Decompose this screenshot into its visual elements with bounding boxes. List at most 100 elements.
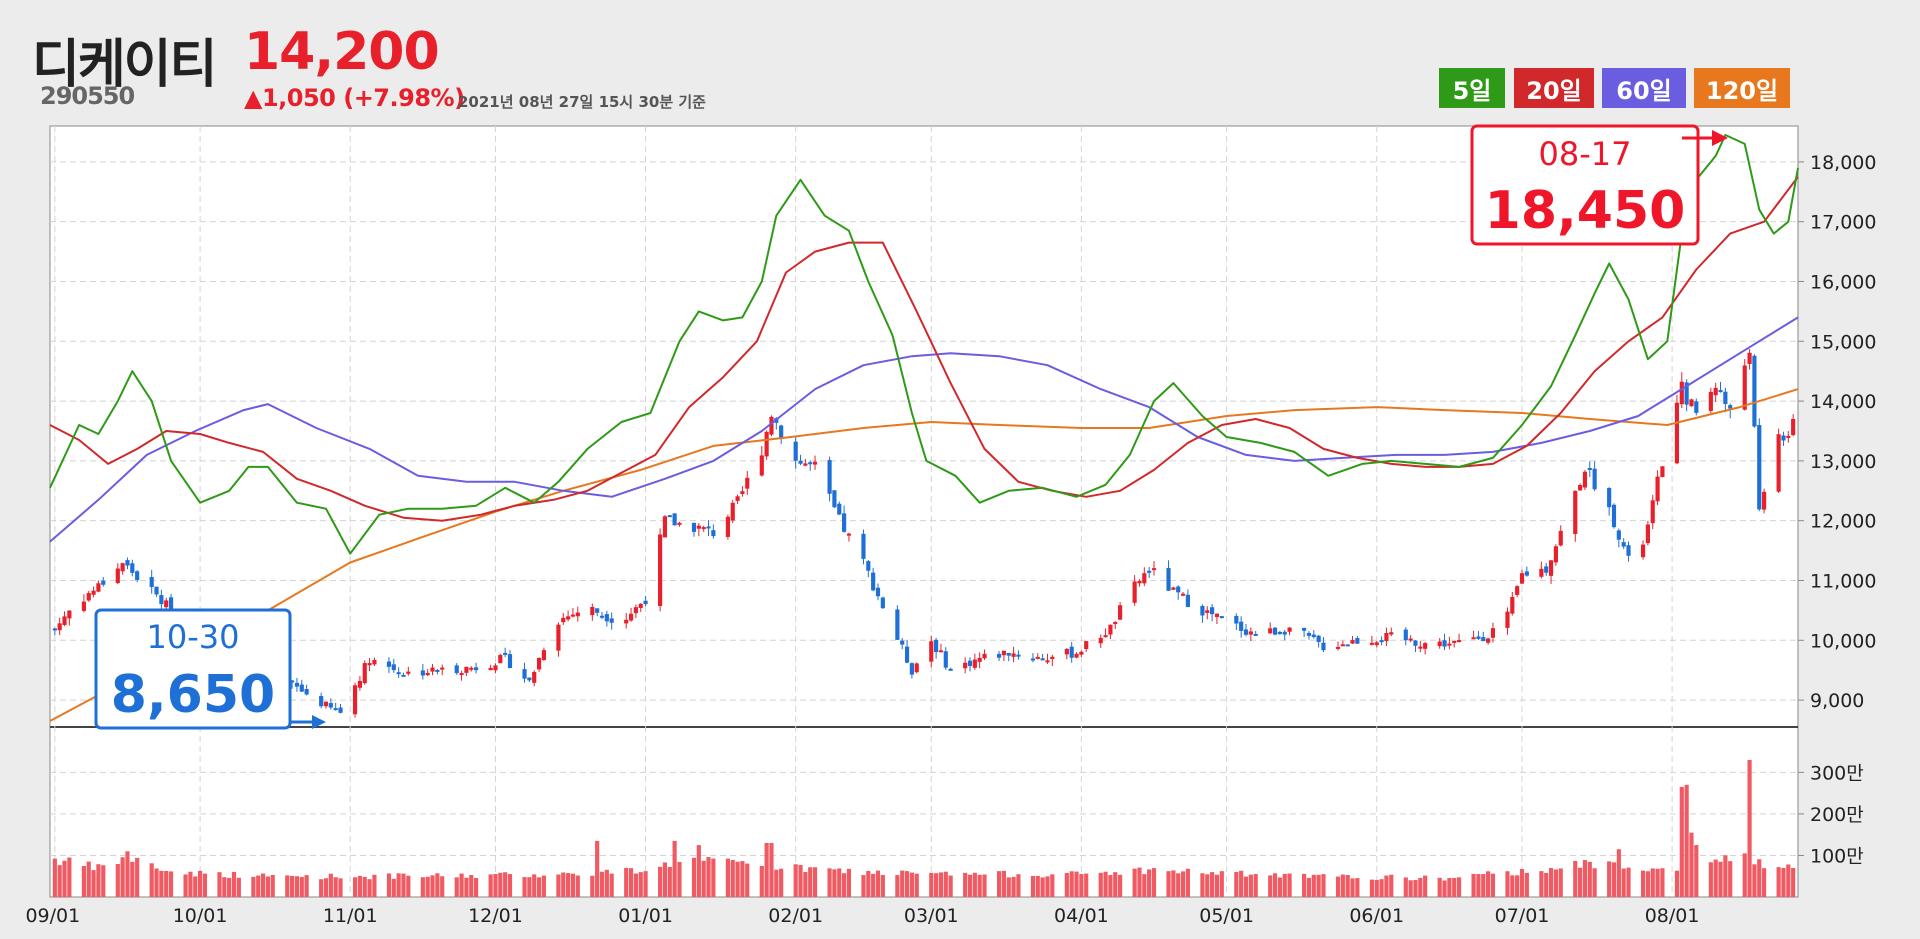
volume-bar	[740, 861, 745, 897]
price-tick-label: 16,000	[1810, 271, 1876, 293]
candle-body	[1510, 596, 1515, 614]
candle-body	[1045, 660, 1050, 663]
volume-bar	[406, 875, 411, 897]
volume-bar	[1253, 874, 1258, 897]
candle-body	[401, 674, 406, 677]
volume-bar	[1403, 877, 1408, 897]
volume-bar	[1243, 876, 1249, 897]
volume-bar	[900, 870, 905, 897]
date-tick-label: 10/01	[173, 905, 228, 927]
volume-bar	[667, 866, 672, 897]
candle-body	[1607, 488, 1612, 508]
volume-bar	[1752, 864, 1757, 897]
candle-body	[658, 534, 663, 606]
volume-bar	[633, 873, 638, 897]
volume-bar	[1611, 862, 1617, 897]
volume-bar	[1374, 879, 1379, 897]
volume-bar	[972, 872, 977, 897]
candle-body	[900, 640, 905, 645]
volume-bar	[909, 872, 914, 897]
volume-bar	[1287, 873, 1292, 897]
candle-body	[1001, 650, 1006, 656]
stock-chart: 18,000 17,000 16,000 15,000 14,000 13,000 12,0…	[25, 124, 1876, 927]
volume-bar	[1335, 876, 1341, 897]
volume-bar	[808, 867, 813, 897]
price-tick-label: 12,000	[1810, 511, 1876, 533]
candle-body	[1781, 435, 1786, 441]
volume-bar	[566, 873, 571, 897]
volume-bar	[57, 865, 62, 897]
volume-bar	[1757, 859, 1762, 897]
candle-body	[1548, 560, 1554, 576]
volume-bar	[493, 874, 498, 897]
volume-bar	[425, 876, 430, 897]
volume-bar	[1200, 873, 1205, 897]
price-tick-label: 10,000	[1810, 630, 1876, 652]
volume-bar	[1776, 867, 1781, 897]
candle-body	[1311, 634, 1316, 638]
price-tick-label: 14,000	[1810, 391, 1876, 413]
volume-bar	[1103, 871, 1108, 897]
date-tick-label: 12/01	[468, 905, 523, 927]
candle-body	[130, 563, 135, 573]
candle-body	[967, 660, 973, 667]
candle-body	[454, 665, 459, 674]
candle-body	[1321, 642, 1326, 651]
candle-body	[628, 613, 634, 621]
candle-body	[1791, 418, 1796, 436]
candle-body	[1476, 636, 1481, 639]
candle-body	[469, 667, 474, 670]
candle-body	[691, 522, 697, 532]
volume-bar	[1306, 877, 1312, 897]
candle-body	[459, 673, 464, 676]
volume-bar	[1369, 879, 1374, 897]
volume-bar	[1321, 874, 1326, 897]
volume-bar	[1742, 853, 1747, 897]
volume-bar	[396, 873, 401, 897]
volume-bar	[1350, 878, 1355, 897]
date-tick-label: 01/01	[618, 905, 673, 927]
candle-body	[1166, 568, 1171, 591]
date-tick-label: 08/01	[1645, 905, 1700, 927]
volume-bar	[1030, 875, 1036, 897]
volume-bar	[285, 875, 290, 897]
candle-body	[1582, 471, 1588, 488]
candle-body	[1403, 629, 1408, 641]
candle-body	[304, 689, 309, 695]
candle-body	[1205, 610, 1210, 613]
candle-body	[1335, 646, 1341, 649]
candle-body	[672, 513, 677, 526]
candle-body	[1340, 644, 1345, 647]
volume-bar	[1481, 874, 1486, 897]
volume-bar	[1548, 868, 1554, 897]
volume-bar	[832, 869, 837, 897]
candle-body	[1389, 632, 1394, 635]
volume-bar	[1660, 868, 1665, 897]
volume-bar	[1708, 862, 1713, 897]
volume-bar	[1553, 869, 1558, 897]
volume-bar	[1268, 875, 1273, 897]
volume-bar	[1234, 872, 1239, 897]
volume-bar	[81, 865, 86, 897]
candle-body	[541, 650, 546, 661]
volume-bar	[459, 873, 464, 897]
volume-bar	[299, 877, 304, 897]
candle-body	[570, 614, 576, 617]
candle-body	[1243, 629, 1249, 635]
volume-bar	[96, 864, 101, 897]
candle-body	[740, 491, 745, 494]
candle-body	[745, 477, 750, 489]
volume-bar	[522, 877, 527, 897]
volume-bar	[1118, 874, 1123, 897]
high-callout-date: 08-17	[1539, 135, 1632, 173]
price-tick-label: 11,000	[1810, 570, 1876, 592]
volume-bar	[1452, 877, 1457, 897]
candle-body	[1345, 644, 1350, 647]
volume-bar	[430, 875, 435, 897]
candle-body	[1486, 638, 1491, 643]
volume-bar	[929, 872, 934, 897]
volume-bar	[260, 873, 266, 897]
volume-bar	[1408, 880, 1413, 897]
volume-bar	[149, 863, 154, 897]
candle-body	[527, 677, 532, 681]
